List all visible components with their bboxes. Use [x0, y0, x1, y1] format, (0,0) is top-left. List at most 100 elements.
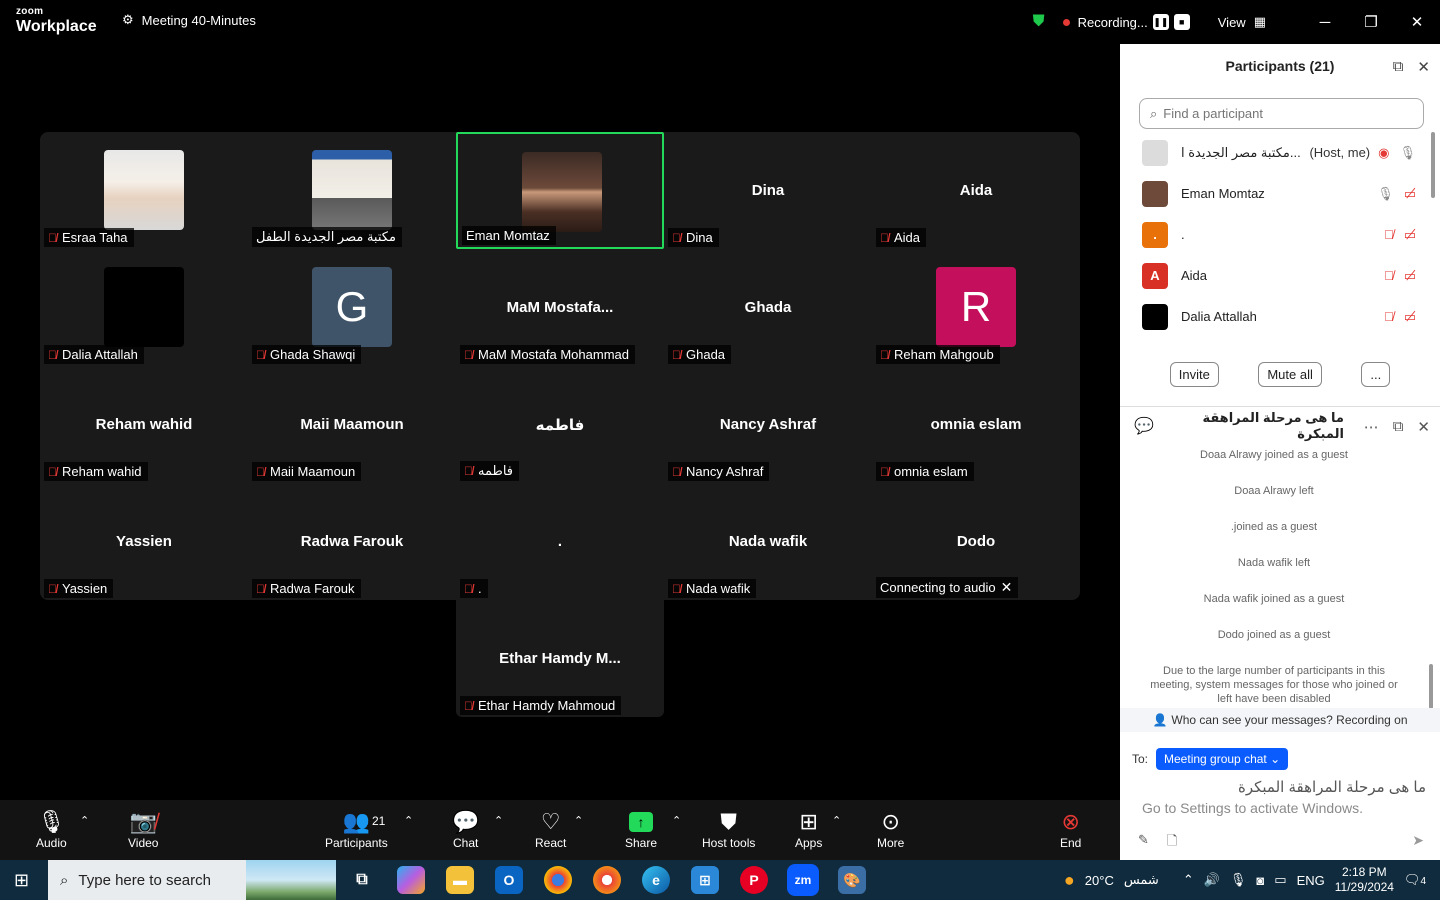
maximize-icon[interactable]: ❐ — [1348, 13, 1394, 31]
react-button[interactable]: ♡ React — [535, 808, 566, 850]
end-button[interactable]: ⊗ End — [1060, 808, 1081, 850]
copilot-icon[interactable] — [397, 866, 425, 894]
participant-search[interactable]: ⌕ — [1139, 98, 1424, 129]
notifications-icon[interactable]: 🗨4 — [1404, 872, 1426, 888]
video-tile[interactable]: Reham wahid 🎙̸ Reham wahid — [40, 366, 248, 483]
participant-row[interactable]: .. 🎙̸ ▭̸ — [1120, 214, 1430, 255]
video-tile[interactable]: omnia eslam 🎙̸ omnia eslam — [872, 366, 1080, 483]
minimize-icon[interactable]: ─ — [1302, 14, 1348, 31]
more-options-button[interactable]: ... — [1361, 362, 1391, 387]
chrome-icon[interactable] — [544, 866, 572, 894]
who-can-see-banner[interactable]: 👤 Who can see your messages? Recording o… — [1120, 708, 1440, 732]
store-icon[interactable]: ⊞ — [691, 866, 719, 894]
close-icon[interactable]: ✕ — [1394, 13, 1440, 31]
pinterest-icon[interactable]: P — [740, 866, 768, 894]
tile-name-label: 🎙̸ Reham wahid — [44, 462, 148, 481]
share-options-chevron-icon[interactable]: ⌃ — [672, 814, 681, 827]
meeting-info[interactable]: ⚙ Meeting 40-Minutes — [122, 12, 256, 28]
video-tile[interactable]: 🎙̸ Dalia Attallah — [40, 249, 248, 366]
video-off-icon[interactable]: ▭̸ — [1404, 309, 1416, 325]
close-icon[interactable]: ✕ — [1001, 579, 1013, 596]
video-off-icon[interactable]: ▭̸ — [1404, 268, 1416, 284]
chrome-profile-icon[interactable] — [593, 866, 621, 894]
outlook-icon[interactable]: O — [495, 866, 523, 894]
video-off-icon[interactable]: ▭̸ — [1404, 227, 1416, 243]
video-button[interactable]: 📷̸ Video — [128, 808, 158, 850]
taskbar-search[interactable]: ⌕ Type here to search — [48, 860, 336, 900]
muted-mic-icon[interactable]: 🎙̸ — [1384, 227, 1394, 243]
popout-icon[interactable]: ⧉ — [1393, 58, 1404, 76]
video-tile[interactable]: G 🎙̸ Ghada Shawqi — [248, 249, 456, 366]
chat-scrollbar[interactable] — [1429, 664, 1433, 709]
volume-icon[interactable]: 🔊 — [1204, 872, 1220, 888]
video-tile[interactable]: MaM Mostafa... 🎙̸ MaM Mostafa Mohammad — [456, 249, 664, 366]
windows-start-icon[interactable]: ⊞ — [14, 870, 29, 891]
video-tile[interactable]: Radwa Farouk 🎙̸ Radwa Farouk — [248, 483, 456, 600]
video-tile[interactable]: Maii Maamoun 🎙̸ Maii Maamoun — [248, 366, 456, 483]
video-tile[interactable]: Nada wafik 🎙̸ Nada wafik — [664, 483, 872, 600]
participants-options-chevron-icon[interactable]: ⌃ — [404, 814, 413, 827]
chat-close-icon[interactable]: ✕ — [1417, 418, 1430, 436]
more-button[interactable]: ⊙ More — [877, 808, 904, 850]
mute-all-button[interactable]: Mute all — [1258, 362, 1322, 387]
chevron-up-icon[interactable]: ⌃ — [1183, 872, 1194, 888]
chat-popout-icon[interactable]: ⧉ — [1393, 418, 1404, 436]
edge-icon[interactable]: e — [642, 866, 670, 894]
security-shield-icon[interactable]: ⛊ — [1033, 13, 1045, 31]
muted-mic-icon[interactable]: 🎙̸ — [1384, 309, 1394, 325]
mic-icon[interactable]: 🎙 — [1399, 145, 1416, 161]
weather-temp[interactable]: 20°C — [1085, 873, 1114, 888]
mic-icon[interactable]: 🎙 — [1377, 186, 1394, 202]
clock[interactable]: 2:18 PM 11/29/2024 — [1335, 865, 1394, 895]
recipient-dropdown[interactable]: Meeting group chat ⌄ — [1156, 748, 1289, 770]
chat-more-icon[interactable]: ⋯ — [1364, 418, 1379, 436]
video-tile[interactable]: Dina 🎙̸ Dina — [664, 132, 872, 249]
video-tile[interactable]: 🎙̸ Esraa Taha — [40, 132, 248, 249]
participant-list-scrollbar[interactable] — [1431, 132, 1435, 198]
muted-mic-icon[interactable]: 🎙̸ — [1384, 268, 1394, 284]
close-panel-icon[interactable]: ✕ — [1417, 58, 1430, 76]
video-tile[interactable]: Yassien 🎙̸ Yassien — [40, 483, 248, 600]
video-tile[interactable]: فاطمه 🎙̸ فاطمه — [456, 366, 664, 483]
video-tile[interactable]: مكتبة مصر الجديدة الطفل — [248, 132, 456, 249]
video-tile[interactable]: Nancy Ashraf 🎙̸ Nancy Ashraf — [664, 366, 872, 483]
share-button[interactable]: ↑ Share — [625, 808, 657, 850]
video-tile[interactable]: Eman Momtaz — [456, 132, 664, 249]
zoom-taskbar-icon[interactable]: zm — [787, 864, 819, 896]
microphone-tray-icon[interactable]: 🎙 — [1230, 872, 1247, 888]
video-tile[interactable]: Ghada 🎙̸ Ghada — [664, 249, 872, 366]
audio-button[interactable]: 🎙 Audio — [36, 808, 67, 850]
file-icon[interactable]: 🗋 — [1167, 832, 1177, 854]
pause-recording-icon[interactable]: ❚❚ — [1152, 14, 1169, 30]
video-tile[interactable]: R 🎙̸ Reham Mahgoub — [872, 249, 1080, 366]
participant-row[interactable]: Eman Momtaz 🎙 ▭̸ — [1120, 173, 1430, 214]
chat-button[interactable]: 💬 Chat — [452, 808, 479, 850]
audio-options-chevron-icon[interactable]: ⌃ — [80, 814, 89, 827]
network-icon[interactable]: ▭ — [1274, 872, 1286, 888]
task-view-icon[interactable]: ⧉ — [348, 866, 376, 894]
video-tile[interactable]: Aida 🎙̸ Aida — [872, 132, 1080, 249]
send-icon[interactable]: ➤ — [1412, 832, 1424, 849]
format-text-icon[interactable]: ✎ — [1138, 832, 1149, 854]
react-options-chevron-icon[interactable]: ⌃ — [574, 814, 583, 827]
participant-search-input[interactable] — [1163, 106, 1404, 121]
invite-button[interactable]: Invite — [1169, 362, 1219, 387]
video-tile[interactable]: . 🎙̸. — [456, 483, 664, 600]
paint-icon[interactable]: 🎨 — [838, 866, 866, 894]
language-indicator[interactable]: ENG — [1297, 873, 1325, 888]
participant-row[interactable]: A Aida 🎙̸ ▭̸ — [1120, 255, 1430, 296]
host-tools-button[interactable]: ⛊ Host tools — [702, 808, 755, 850]
file-explorer-icon[interactable]: ▬ — [446, 866, 474, 894]
video-tile[interactable]: Ethar Hamdy M... 🎙̸ Ethar Hamdy Mahmoud — [456, 600, 664, 717]
video-off-icon[interactable]: ▭̸ — [1404, 186, 1416, 202]
video-tile[interactable]: Dodo Connecting to audio ✕ — [872, 483, 1080, 600]
message-input[interactable]: ما هى مرحلة المراهقة المبكرة — [1136, 778, 1426, 796]
apps-button[interactable]: ⊞ Apps — [795, 808, 822, 850]
apps-options-chevron-icon[interactable]: ⌃ — [832, 814, 841, 827]
view-button[interactable]: View ▦ — [1218, 14, 1266, 30]
chat-options-chevron-icon[interactable]: ⌃ — [494, 814, 503, 827]
participant-row[interactable]: Dalia Attallah 🎙̸ ▭̸ — [1120, 296, 1430, 337]
stop-recording-icon[interactable]: ■ — [1173, 14, 1190, 30]
camera-tray-icon[interactable]: ◙ — [1256, 873, 1264, 888]
participant-row[interactable]: مكتبة مصر الجديدة ا... (Host, me) ◉ 🎙 — [1120, 132, 1430, 173]
